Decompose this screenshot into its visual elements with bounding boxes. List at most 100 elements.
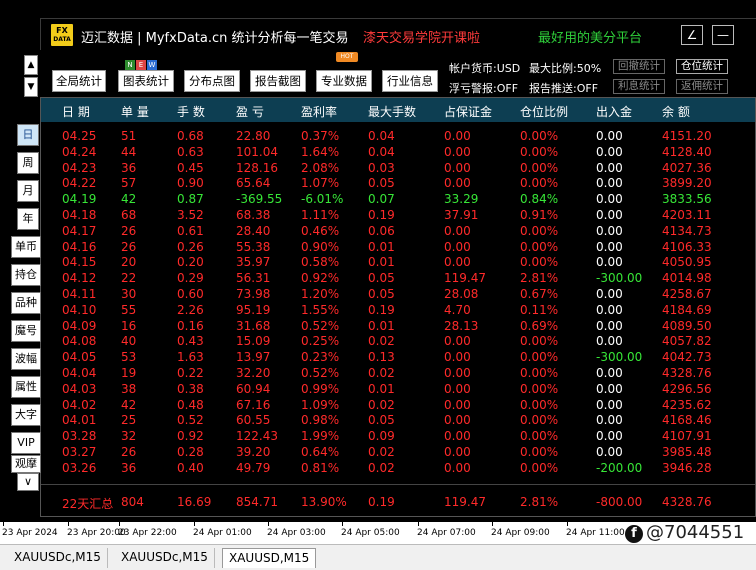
table-cell: 0.00 [596, 129, 623, 143]
rebate-stats-button[interactable]: 返佣统计 [676, 79, 728, 94]
table-cell: 0.00 [596, 287, 623, 301]
distribution-chart-button[interactable]: 分布点图 [184, 70, 240, 92]
table-cell: 0.05 [368, 271, 395, 286]
table-cell: 0.67% [520, 287, 559, 301]
table-cell: 04.05 [62, 350, 97, 365]
left-tab[interactable]: 年 [17, 208, 39, 230]
table-cell: 3.52 [177, 208, 204, 222]
table-cell: 55.38 [236, 239, 271, 254]
table-cell: 0.52 [177, 413, 204, 428]
column-header[interactable]: 仓位比例 [520, 103, 568, 120]
report-screenshot-button[interactable]: 报告截图 [250, 70, 306, 92]
table-cell: 0.00 [444, 239, 471, 254]
table-cell: 128.16 [236, 160, 278, 175]
chart-stats-button[interactable]: 图表统计 [118, 70, 174, 92]
summary-cell: 854.71 [236, 495, 278, 509]
table-cell: 0.00 [596, 192, 623, 207]
left-tab[interactable]: 日 [17, 124, 39, 146]
table-cell: 38 [121, 381, 137, 396]
column-header[interactable]: 出入金 [596, 103, 632, 120]
summary-cell: 13.90% [301, 495, 347, 509]
chart-tab[interactable]: XAUUSD,M15 [222, 548, 317, 568]
table-cell: 30 [121, 287, 137, 301]
left-tab[interactable]: 周 [17, 152, 39, 174]
table-cell: 32.20 [236, 366, 271, 380]
withdraw-stats-button[interactable]: 回撤统计 [613, 59, 665, 74]
time-label: 24 Apr 01:00 [193, 528, 252, 538]
column-header[interactable]: 单 量 [121, 103, 149, 120]
table-cell: 0.04 [368, 144, 395, 159]
table-cell: 31.68 [236, 318, 271, 333]
summary-cell: 804 [121, 495, 144, 509]
column-header[interactable]: 余 额 [662, 103, 690, 120]
table-cell: 0.00 [596, 381, 623, 396]
table-cell: 0.00 [596, 239, 623, 254]
table-cell: 42 [121, 192, 137, 207]
table-cell: 04.16 [62, 239, 97, 254]
left-tab[interactable]: 观摩 [11, 455, 41, 473]
table-cell: 0.52% [301, 366, 340, 380]
left-tab[interactable]: ∨ [17, 473, 39, 491]
scroll-up-arrow-icon[interactable]: ▲ [24, 55, 38, 75]
left-tab[interactable]: 波幅 [11, 348, 41, 370]
global-stats-button[interactable]: 全局统计 [52, 70, 106, 92]
table-cell: 0.26 [177, 239, 204, 254]
left-tab[interactable]: 品种 [11, 292, 41, 314]
left-tab[interactable]: 单币 [11, 236, 41, 258]
chart-tab[interactable]: XAUUSDc,M15 [8, 548, 108, 568]
column-header[interactable]: 盈利率 [301, 103, 337, 120]
column-header[interactable]: 最大手数 [368, 103, 416, 120]
table-cell: 0.00% [520, 381, 559, 396]
table-cell: 0.00 [444, 460, 471, 475]
interest-stats-button[interactable]: 利息统计 [613, 79, 665, 94]
table-cell: 2.26 [177, 302, 204, 317]
table-cell: 0.00% [520, 255, 559, 270]
time-label: 23 Apr 20:00 [67, 528, 126, 538]
scroll-down-arrow-icon[interactable]: ▼ [24, 77, 38, 97]
table-cell: 33.29 [444, 192, 479, 207]
summary-cell: 119.47 [444, 495, 486, 509]
table-cell: 0.37% [301, 129, 340, 143]
column-header[interactable]: 占保证金 [444, 103, 492, 120]
pro-data-button[interactable]: 专业数据 [316, 70, 372, 92]
table-cell: 0.00% [520, 129, 559, 143]
left-tab[interactable]: 属性 [11, 376, 41, 398]
table-cell: 0.00% [520, 366, 559, 380]
left-tab[interactable]: 持仓 [11, 264, 41, 286]
chart-tab[interactable]: XAUUSDc,M15 [115, 548, 215, 568]
table-cell: 15.09 [236, 334, 271, 349]
industry-info-button[interactable]: 行业信息 [382, 70, 438, 92]
table-cell: 0.07 [368, 192, 395, 207]
table-cell: 0.01 [368, 239, 395, 254]
column-header[interactable]: 手 数 [177, 103, 205, 120]
facebook-icon: f [625, 525, 643, 543]
table-cell: 0.90% [301, 239, 340, 254]
time-tick [567, 522, 568, 526]
left-tab[interactable]: 魔号 [11, 320, 41, 342]
minimize-button[interactable]: — [712, 25, 734, 45]
left-tab[interactable]: VIP [11, 432, 41, 454]
edit-pencil-button[interactable]: ∠ [681, 25, 703, 45]
column-header[interactable]: 日 期 [62, 103, 90, 120]
table-cell: 60.94 [236, 381, 271, 396]
column-header[interactable]: 盈 亏 [236, 103, 264, 120]
table-cell: 04.10 [62, 302, 97, 317]
position-stats-button[interactable]: 仓位统计 [676, 59, 728, 74]
table-cell: 4107.91 [662, 429, 712, 444]
table-cell: 0.48 [177, 397, 204, 412]
title-bar: FX DATA 迈汇数据 | MyfxData.cn 统计分析每一笔交易 漆天交… [40, 18, 756, 50]
table-cell: 0.05 [368, 287, 395, 301]
slogan-link[interactable]: 最好用的美分平台 [538, 27, 642, 46]
table-cell: 3899.20 [662, 176, 712, 191]
left-tab[interactable]: 大字 [11, 404, 41, 426]
promo-link[interactable]: 漆天交易学院开课啦 [363, 27, 480, 46]
time-tick [68, 522, 69, 526]
brand-title: 迈汇数据 | MyfxData.cn 统计分析每一笔交易 [81, 31, 349, 46]
table-cell: 0.81% [301, 460, 340, 475]
table-cell: 2.81% [520, 271, 559, 286]
table-cell: 0.00 [596, 318, 623, 333]
table-cell: 53 [121, 350, 137, 365]
left-tab[interactable]: 月 [17, 180, 39, 202]
table-cell: 0.61 [177, 223, 204, 238]
table-cell: 0.16 [177, 318, 204, 333]
